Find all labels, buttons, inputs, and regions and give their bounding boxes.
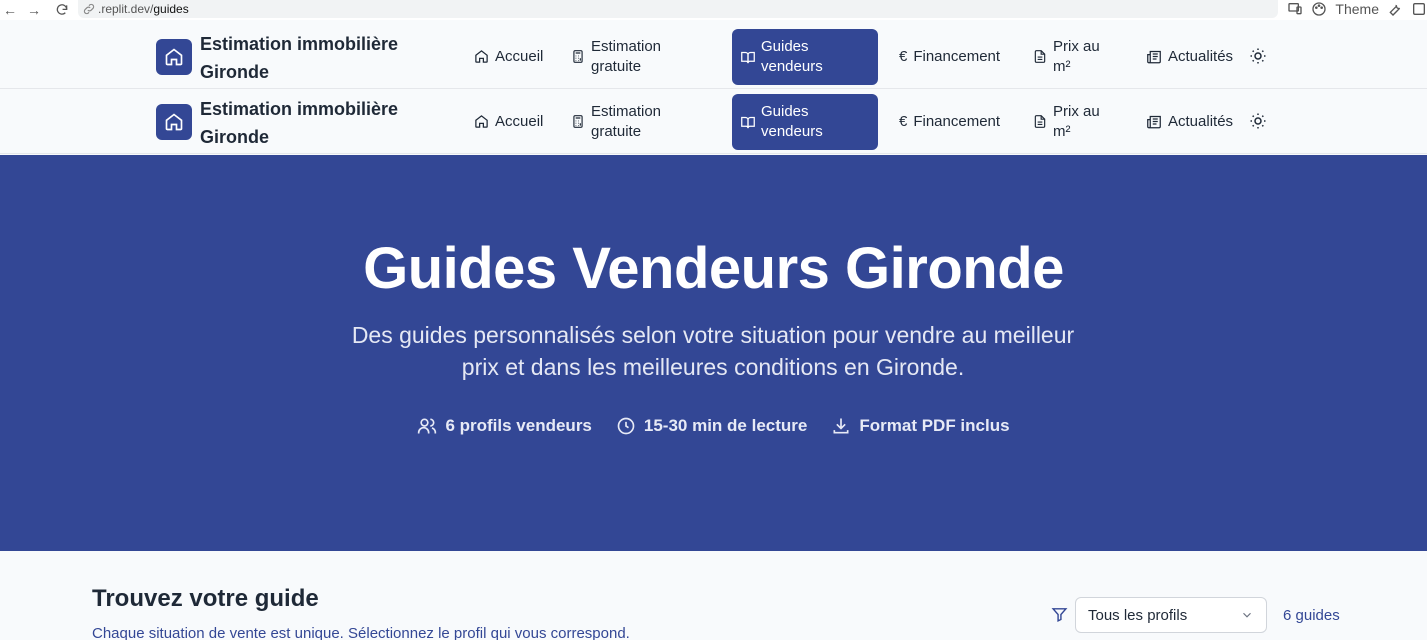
calculator-icon <box>573 50 583 63</box>
url-prefix: .replit.dev/ <box>98 2 154 16</box>
address-bar[interactable]: .replit.dev/guides <box>78 0 1278 18</box>
newspaper-icon <box>1147 50 1161 64</box>
theme-button[interactable]: Theme <box>1335 1 1379 17</box>
nav-price[interactable]: Prix au m² <box>1033 24 1100 89</box>
sun-icon[interactable] <box>1249 112 1267 130</box>
nav-news[interactable]: Actualités <box>1146 89 1233 154</box>
profile-select[interactable]: Tous les profils <box>1075 597 1267 633</box>
euro-icon: € <box>899 47 908 65</box>
hero-stats: 6 profils vendeurs 15-30 min de lecture … <box>0 416 1427 436</box>
nav-home[interactable]: Accueil <box>474 24 543 89</box>
nav-news[interactable]: Actualités <box>1146 24 1233 89</box>
euro-icon: € <box>899 112 908 130</box>
nav-guides-active[interactable]: Guides vendeurs <box>732 29 878 85</box>
sun-icon[interactable] <box>1249 47 1267 65</box>
clock-icon <box>617 417 635 435</box>
calculator-icon <box>573 115 583 128</box>
logo[interactable] <box>156 104 192 140</box>
nav-estimation[interactable]: Estimation gratuite <box>571 24 661 89</box>
home-icon <box>165 48 183 66</box>
brand-name[interactable]: Estimation immobilière Gironde <box>200 30 420 86</box>
chevron-down-icon <box>1243 612 1251 618</box>
book-open-icon <box>741 51 755 63</box>
download-icon <box>833 418 849 434</box>
back-icon[interactable]: ← <box>0 0 20 20</box>
nav-guides-active[interactable]: Guides vendeurs <box>732 94 878 150</box>
stat-profiles: 6 profils vendeurs <box>417 416 592 436</box>
hero-subtitle: Des guides personnalisés selon votre sit… <box>351 322 1075 380</box>
filter-icon <box>1051 608 1068 623</box>
external-icon[interactable] <box>1411 1 1427 17</box>
site-header-sticky: Estimation immobilière Gironde Accueil E… <box>0 89 1427 154</box>
palette-icon[interactable] <box>1311 1 1327 17</box>
stat-pdf: Format PDF inclus <box>831 416 1010 436</box>
finder-title: Trouvez votre guide <box>92 585 319 612</box>
home-icon <box>475 50 488 63</box>
file-text-icon <box>1034 115 1046 128</box>
wrench-icon[interactable] <box>1387 1 1403 17</box>
nav-price[interactable]: Prix au m² <box>1033 89 1100 154</box>
hero-section: Guides Vendeurs Gironde Des guides perso… <box>0 155 1427 551</box>
home-icon <box>165 113 183 131</box>
nav-home[interactable]: Accueil <box>474 89 543 154</box>
hero-title: Guides Vendeurs Gironde <box>363 236 1064 301</box>
nav-estimation[interactable]: Estimation gratuite <box>571 89 661 154</box>
finder-subtitle: Chaque situation de vente est unique. Sé… <box>92 625 630 640</box>
logo[interactable] <box>156 39 192 75</box>
nav-financing[interactable]: € Financement <box>899 24 1000 89</box>
newspaper-icon <box>1147 115 1161 129</box>
guide-count: 6 guides <box>1283 607 1340 624</box>
users-icon <box>418 418 437 434</box>
browser-toolbar: ← → .replit.dev/guides Theme <box>0 0 1427 20</box>
nav-financing[interactable]: € Financement <box>899 89 1000 154</box>
stat-reading: 15-30 min de lecture <box>616 416 807 436</box>
link-icon <box>83 3 95 15</box>
devices-icon[interactable] <box>1287 1 1303 17</box>
forward-icon[interactable]: → <box>20 0 48 20</box>
brand-name[interactable]: Estimation immobilière Gironde <box>200 95 420 151</box>
reload-icon[interactable] <box>48 0 76 20</box>
site-header: Estimation immobilière Gironde Accueil E… <box>0 24 1427 89</box>
home-icon <box>475 115 488 128</box>
file-text-icon <box>1034 50 1046 63</box>
book-open-icon <box>741 116 755 128</box>
guide-finder: Trouvez votre guide Chaque situation de … <box>0 551 1427 640</box>
url-path: guides <box>153 2 189 16</box>
